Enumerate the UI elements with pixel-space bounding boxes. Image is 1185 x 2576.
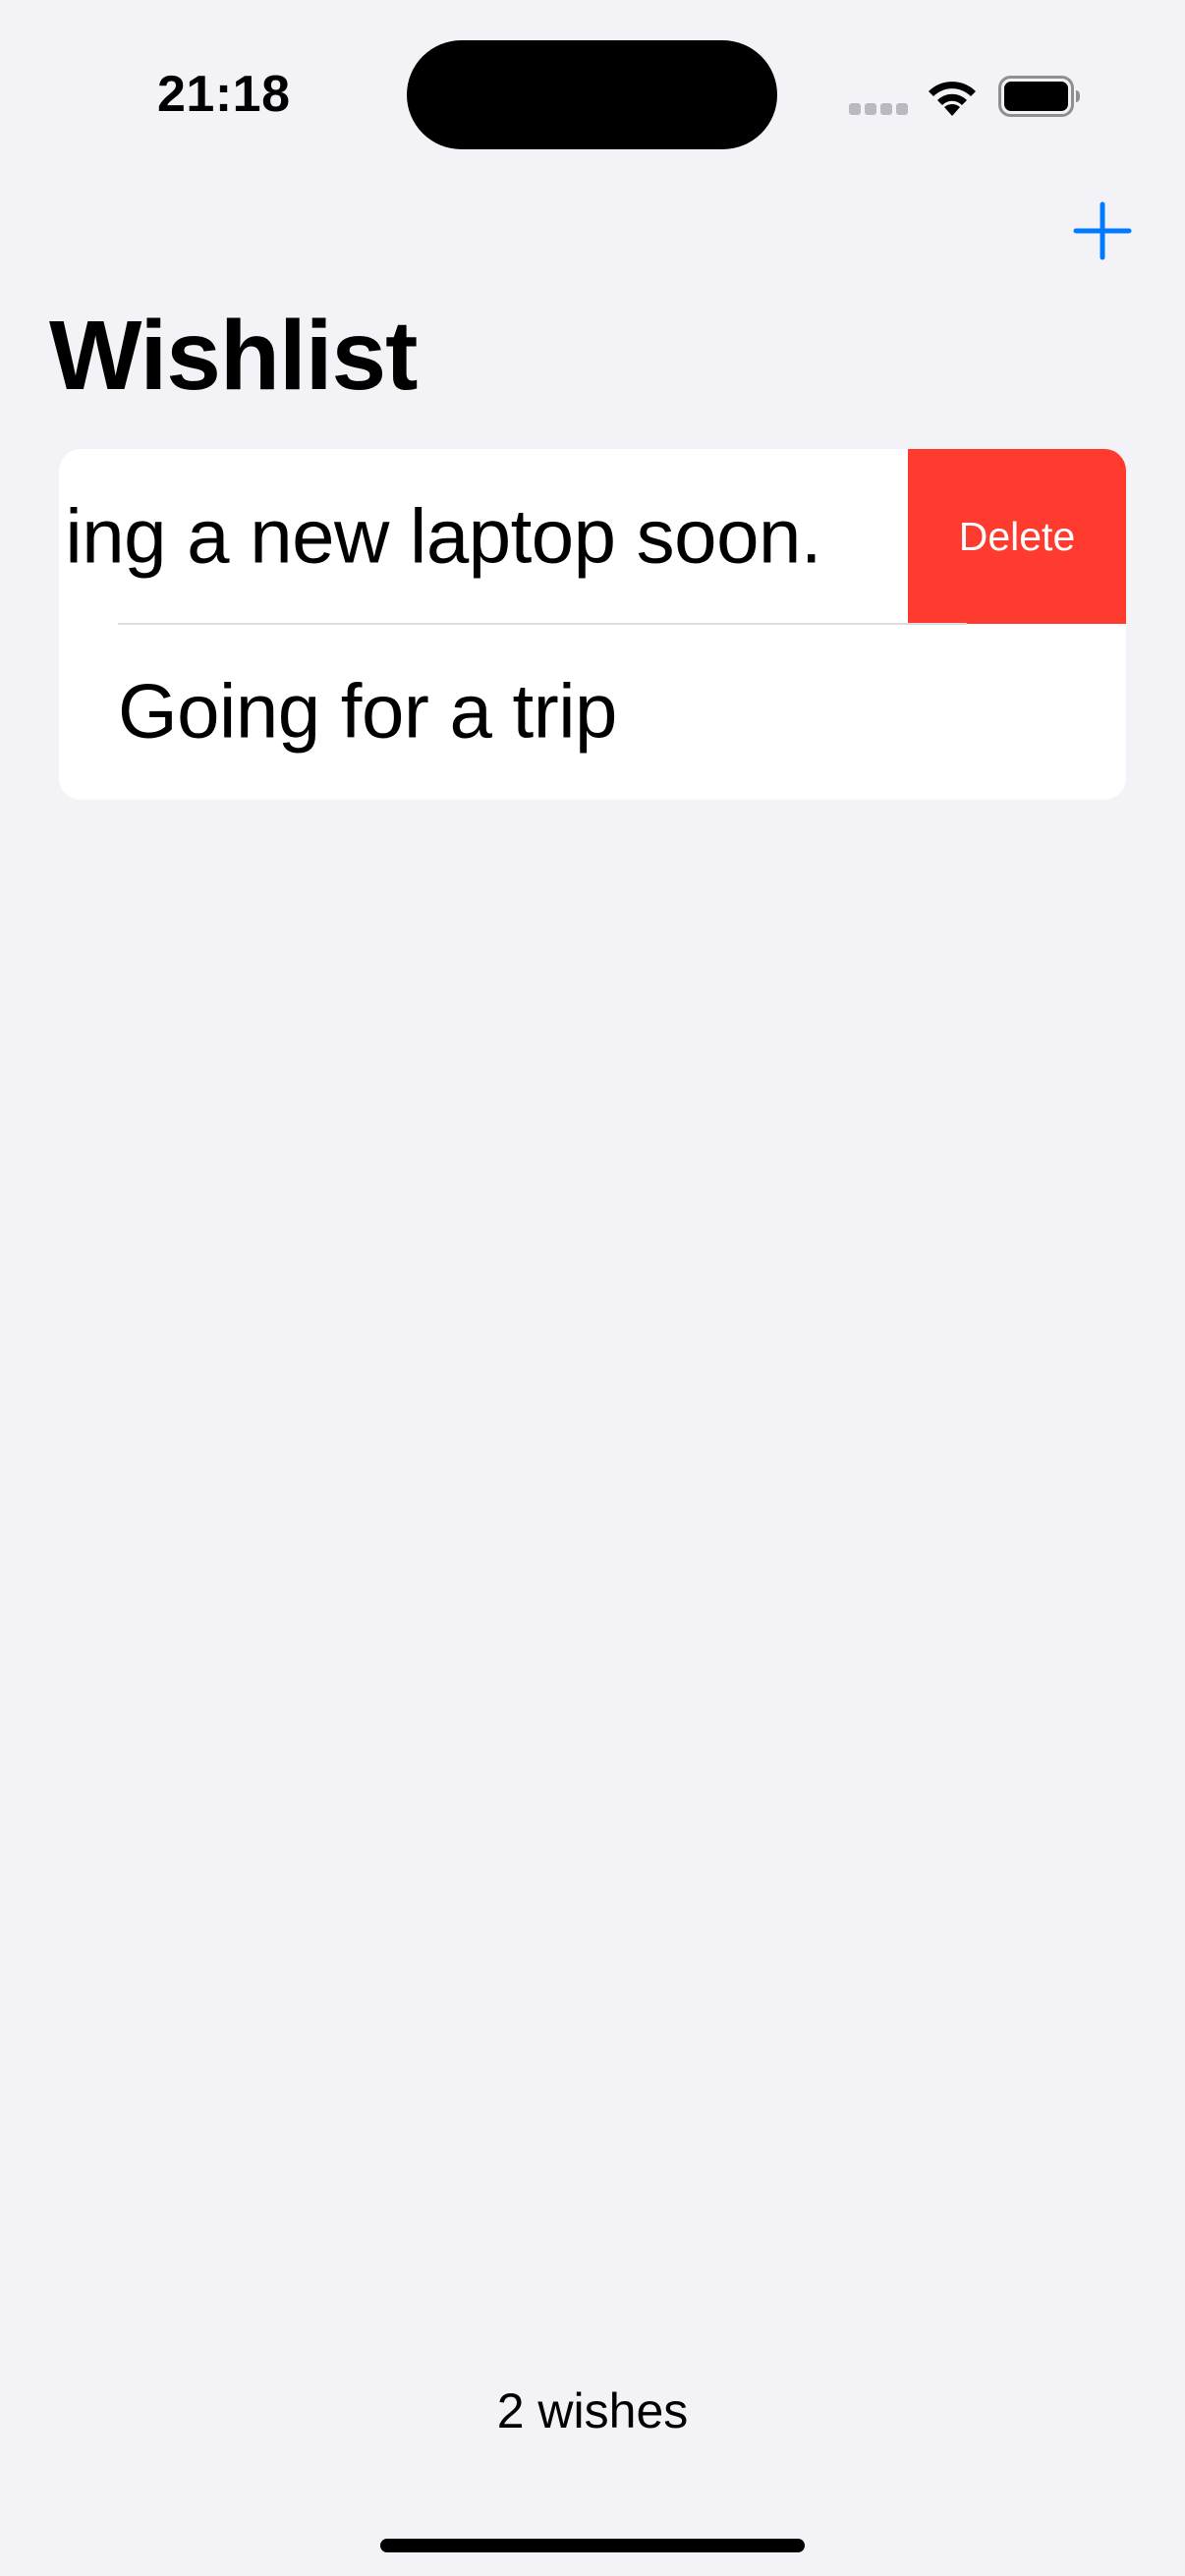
list-item[interactable]: ing a new laptop soon. Delete bbox=[59, 449, 1126, 624]
battery-icon bbox=[998, 76, 1080, 117]
plus-icon bbox=[1073, 201, 1132, 260]
screen: 21:18 Wishlist ing a new laptop soon. De… bbox=[0, 0, 1185, 2576]
list-item-label: ing a new laptop soon. bbox=[65, 492, 821, 580]
list-item[interactable]: Going for a trip bbox=[59, 624, 1126, 799]
add-button[interactable] bbox=[1073, 201, 1132, 260]
wish-list: ing a new laptop soon. Delete Going for … bbox=[59, 449, 1126, 800]
wish-count: 2 wishes bbox=[496, 2383, 689, 2438]
status-time: 21:18 bbox=[157, 66, 291, 123]
delete-button[interactable]: Delete bbox=[908, 449, 1126, 624]
dynamic-island bbox=[407, 40, 777, 149]
list-item-label: Going for a trip bbox=[118, 667, 617, 755]
page-title: Wishlist bbox=[49, 301, 418, 411]
cellular-icon bbox=[849, 103, 908, 115]
home-indicator[interactable] bbox=[380, 2539, 805, 2552]
wifi-icon bbox=[929, 82, 976, 116]
